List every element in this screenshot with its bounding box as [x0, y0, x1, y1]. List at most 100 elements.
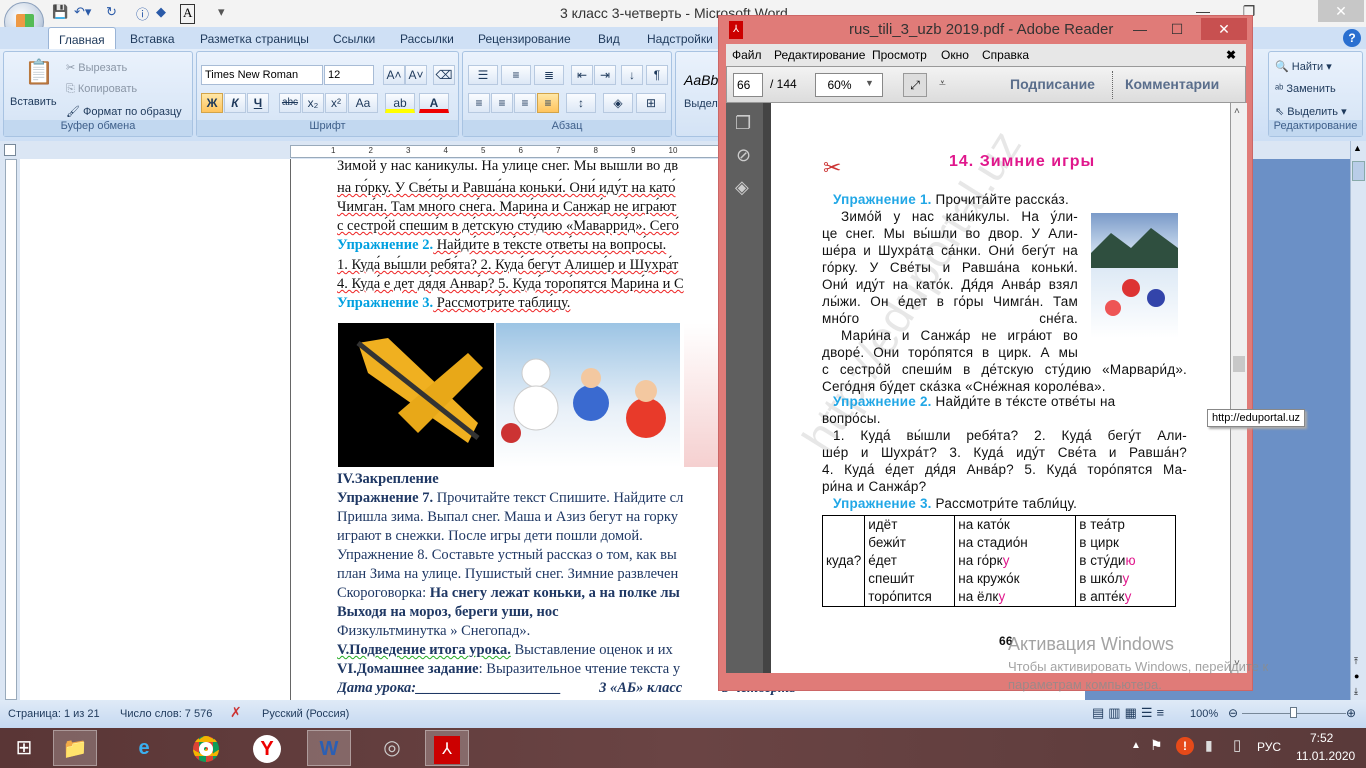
- show-hidden-icons[interactable]: ▲: [1131, 740, 1141, 751]
- attachment-icon[interactable]: ⊘: [736, 145, 751, 166]
- yandex-browser-icon[interactable]: Y: [245, 730, 289, 766]
- chrome-icon[interactable]: [184, 730, 228, 766]
- start-button[interactable]: ⊞: [2, 730, 46, 766]
- tab-page-layout[interactable]: Разметка страницы: [200, 27, 309, 49]
- superscript-button[interactable]: x²: [325, 93, 347, 113]
- page-number-input[interactable]: 66: [733, 73, 763, 97]
- next-page-icon[interactable]: ⤓: [1354, 686, 1358, 697]
- tab-references[interactable]: Ссылки: [333, 27, 375, 49]
- clock-date[interactable]: 11.01.2020: [1296, 749, 1355, 763]
- help-icon[interactable]: ?: [1343, 29, 1361, 47]
- shrink-font-button[interactable]: A˅: [405, 65, 427, 85]
- word-count[interactable]: Число слов: 7 576: [120, 708, 212, 720]
- paste-button[interactable]: Вставить: [10, 96, 57, 108]
- scroll-thumb[interactable]: [1352, 161, 1365, 181]
- font-a-icon[interactable]: A: [180, 4, 196, 24]
- zoom-out-icon[interactable]: ⊖: [1228, 706, 1238, 720]
- sort-icon[interactable]: ↓: [621, 65, 643, 85]
- clock-time[interactable]: 7:52: [1310, 731, 1333, 745]
- zoom-level[interactable]: 100%: [1190, 708, 1218, 720]
- font-color-icon[interactable]: A: [419, 93, 449, 113]
- comments-button[interactable]: Комментарии: [1125, 76, 1219, 92]
- warning-icon[interactable]: !: [1176, 737, 1194, 755]
- borders-icon[interactable]: ⊞: [636, 93, 666, 113]
- italic-button[interactable]: К: [224, 93, 246, 113]
- menu-help[interactable]: Справка: [982, 48, 1029, 62]
- replace-button[interactable]: ᵃᵇ Заменить: [1275, 83, 1336, 95]
- bullets-icon[interactable]: ☰: [468, 65, 498, 85]
- book-icon[interactable]: ◆: [156, 4, 166, 24]
- view-buttons[interactable]: ▤▥▦☰≡: [1092, 705, 1168, 721]
- vertical-scrollbar[interactable]: ▲ ⤒ ● ⤓: [1350, 141, 1366, 700]
- tab-view[interactable]: Вид: [598, 27, 620, 49]
- scroll-up-icon[interactable]: ˄: [1234, 106, 1240, 117]
- increase-indent-icon[interactable]: ⇥: [594, 65, 616, 85]
- tab-review[interactable]: Рецензирование: [478, 27, 571, 49]
- zoom-slider[interactable]: ⊖ ⊕: [1228, 706, 1358, 720]
- decrease-indent-icon[interactable]: ⇤: [571, 65, 593, 85]
- strikethrough-button[interactable]: abc: [279, 93, 301, 113]
- menu-window[interactable]: Окно: [941, 48, 969, 62]
- change-case-button[interactable]: Aa: [348, 93, 378, 113]
- word-icon[interactable]: W: [307, 730, 351, 766]
- font-name-select[interactable]: Times New Roman: [201, 65, 323, 85]
- line-spacing-icon[interactable]: ↕: [566, 93, 596, 113]
- scroll-up-icon[interactable]: ▲: [1353, 143, 1362, 153]
- align-center-icon[interactable]: ≡: [491, 93, 513, 113]
- tab-mailings[interactable]: Рассылки: [400, 27, 454, 49]
- close-button[interactable]: ✕: [1201, 18, 1247, 40]
- info-icon[interactable]: ⓘ: [136, 4, 149, 24]
- subscript-button[interactable]: x₂: [302, 93, 324, 113]
- adobe-reader-icon[interactable]: ⅄: [425, 730, 469, 766]
- layers-icon[interactable]: ◈: [735, 177, 749, 198]
- highlight-icon[interactable]: ab: [385, 93, 415, 113]
- justify-icon[interactable]: ≡: [537, 93, 559, 113]
- zoom-in-icon[interactable]: ⊕: [1346, 706, 1356, 720]
- more-tools-icon[interactable]: ⩡: [939, 76, 946, 91]
- zoom-slider-thumb[interactable]: [1290, 707, 1297, 718]
- shading-icon[interactable]: ◈: [603, 93, 633, 113]
- numbering-icon[interactable]: ≡: [501, 65, 531, 85]
- bold-button[interactable]: Ж: [201, 93, 223, 113]
- media-player-icon[interactable]: ◎: [370, 730, 414, 766]
- save-icon[interactable]: 💾: [52, 4, 68, 24]
- menu-view[interactable]: Просмотр: [872, 48, 927, 62]
- network-icon[interactable]: ▮: [1205, 737, 1213, 754]
- tab-selector-icon[interactable]: [4, 144, 16, 156]
- show-marks-icon[interactable]: ¶: [646, 65, 668, 85]
- internet-explorer-icon[interactable]: e: [122, 730, 166, 766]
- copy-button[interactable]: ⎘ Копировать: [66, 83, 137, 96]
- menu-edit[interactable]: Редактирование: [774, 48, 865, 62]
- input-language[interactable]: РУС: [1257, 740, 1281, 754]
- scroll-thumb[interactable]: [1233, 356, 1245, 372]
- pdf-scrollbar[interactable]: ˄ ˅: [1230, 103, 1247, 673]
- align-right-icon[interactable]: ≡: [514, 93, 536, 113]
- tab-addins[interactable]: Надстройки: [647, 27, 713, 49]
- cut-button[interactable]: ✂ Вырезать: [66, 61, 127, 74]
- clear-format-button[interactable]: ⌫: [433, 65, 455, 85]
- format-painter-button[interactable]: 🖌 Формат по образцу: [66, 105, 182, 118]
- redo-icon[interactable]: ↻: [106, 4, 117, 24]
- customize-toolbar-icon[interactable]: ▾: [218, 4, 225, 24]
- sign-button[interactable]: Подписание: [1010, 76, 1095, 92]
- style-label[interactable]: Выдел: [684, 98, 718, 110]
- multilevel-list-icon[interactable]: ≣: [534, 65, 564, 85]
- spellcheck-icon[interactable]: ✗: [230, 704, 242, 721]
- align-left-icon[interactable]: ≡: [468, 93, 490, 113]
- find-button[interactable]: 🔍 Найти ▾: [1275, 60, 1332, 73]
- browse-object-icon[interactable]: ●: [1354, 671, 1359, 681]
- pages-icon[interactable]: ❐: [735, 113, 751, 134]
- tab-home[interactable]: Главная: [48, 27, 116, 49]
- page-count[interactable]: Страница: 1 из 21: [8, 708, 100, 720]
- pdf-page[interactable]: http://eduportal.uz ✂ 14. Зимние игры Уп…: [763, 103, 1230, 673]
- undo-icon[interactable]: ↶▾: [74, 4, 91, 24]
- file-explorer-icon[interactable]: 📁: [53, 730, 97, 766]
- grow-font-button[interactable]: A˄: [383, 65, 405, 85]
- tab-insert[interactable]: Вставка: [130, 27, 175, 49]
- close-document-icon[interactable]: ✖: [1226, 48, 1236, 62]
- prev-page-icon[interactable]: ⤒: [1354, 656, 1358, 667]
- maximize-button[interactable]: ☐: [1154, 18, 1200, 40]
- font-size-select[interactable]: 12: [324, 65, 374, 85]
- close-button[interactable]: ✕: [1318, 0, 1364, 22]
- fullscreen-icon[interactable]: ⤢: [903, 73, 927, 97]
